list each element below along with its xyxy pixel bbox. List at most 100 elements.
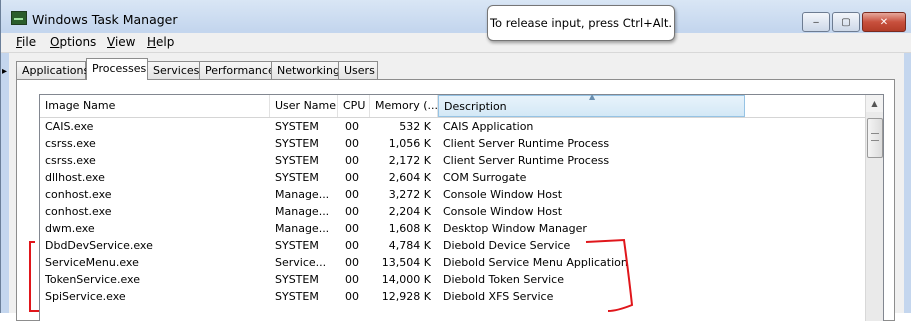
process-row[interactable]: TokenService.exe SYSTEM 00 14,000 K Diebold … xyxy=(40,271,866,288)
scroll-up-icon[interactable]: ▲ xyxy=(866,95,883,112)
description-cell: Client Server Runtime Process xyxy=(443,154,610,167)
tab-services[interactable]: Services xyxy=(147,61,200,79)
user-name-cell: Manage... xyxy=(275,205,330,218)
cpu-cell: 00 xyxy=(345,171,359,184)
memory-cell: 2,604 K xyxy=(388,171,431,184)
window-title: Windows Task Manager xyxy=(32,12,178,27)
menu-options[interactable]: Options xyxy=(50,35,96,49)
memory-cell: 1,608 K xyxy=(388,222,431,235)
process-row[interactable]: ServiceMenu.exe Service... 00 13,504 K Diebo… xyxy=(40,254,866,271)
process-row[interactable]: dwm.exe Manage... 00 1,608 K Desktop Window … xyxy=(40,220,866,237)
description-cell: Diebold Service Menu Application xyxy=(443,256,628,269)
menu-file-rest: ile xyxy=(22,35,37,49)
cpu-cell: 00 xyxy=(345,137,359,150)
processes-panel: Image Name User Name CPU Memory (... Des… xyxy=(16,79,895,321)
scroll-thumb[interactable] xyxy=(867,118,883,158)
tab-applications[interactable]: Applications xyxy=(16,61,89,79)
title-bar[interactable]: Windows Task Manager ‒ ▢ ✕ xyxy=(1,0,911,32)
process-row[interactable]: DbdDevService.exe SYSTEM 00 4,784 K Diebold … xyxy=(40,237,866,254)
user-name-cell: Manage... xyxy=(275,222,330,235)
image-name-cell: csrss.exe xyxy=(45,154,96,167)
cpu-cell: 00 xyxy=(345,205,359,218)
user-name-cell: SYSTEM xyxy=(275,171,319,184)
cpu-cell: 00 xyxy=(345,154,359,167)
description-cell: CAIS Application xyxy=(443,120,534,133)
close-button[interactable]: ✕ xyxy=(862,12,906,32)
menu-view[interactable]: View xyxy=(107,35,135,49)
memory-cell: 1,056 K xyxy=(388,137,431,150)
menu-view-rest: iew xyxy=(114,35,136,49)
image-name-cell: ServiceMenu.exe xyxy=(45,256,139,269)
tab-processes[interactable]: Processes xyxy=(86,58,148,80)
cpu-cell: 00 xyxy=(345,239,359,252)
menu-bar: File Options View Help xyxy=(1,33,911,53)
image-name-cell: dllhost.exe xyxy=(45,171,105,184)
cpu-cell: 00 xyxy=(345,222,359,235)
description-cell: Diebold Token Service xyxy=(443,273,564,286)
image-name-cell: conhost.exe xyxy=(45,188,112,201)
user-name-cell: SYSTEM xyxy=(275,120,319,133)
menu-help-accel: H xyxy=(147,35,157,49)
tab-performance[interactable]: Performance xyxy=(199,61,275,79)
list-header: Image Name User Name CPU Memory (... Des… xyxy=(40,95,866,118)
column-cpu[interactable]: CPU xyxy=(338,95,370,117)
memory-cell: 3,272 K xyxy=(388,188,431,201)
process-row[interactable]: csrss.exe SYSTEM 00 2,172 K Client Server Ru… xyxy=(40,152,866,169)
description-cell: Console Window Host xyxy=(443,188,563,201)
memory-cell: 532 K xyxy=(399,120,431,133)
minimize-icon: ‒ xyxy=(812,16,820,28)
memory-cell: 2,204 K xyxy=(388,205,431,218)
cpu-cell: 00 xyxy=(345,120,359,133)
description-cell: Client Server Runtime Process xyxy=(443,137,610,150)
process-row[interactable]: conhost.exe Manage... 00 2,204 K Console Win… xyxy=(40,203,866,220)
process-row[interactable]: conhost.exe Manage... 00 3,272 K Console Win… xyxy=(40,186,866,203)
task-manager-window: Windows Task Manager ‒ ▢ ✕ To release in… xyxy=(0,0,911,321)
maximize-button[interactable]: ▢ xyxy=(832,12,860,32)
menu-file[interactable]: File xyxy=(16,35,36,49)
image-name-cell: DbdDevService.exe xyxy=(45,239,153,252)
user-name-cell: SYSTEM xyxy=(275,154,319,167)
user-name-cell: SYSTEM xyxy=(275,239,319,252)
process-list[interactable]: Image Name User Name CPU Memory (... Des… xyxy=(39,94,884,321)
cursor-arrow-icon: ▸ xyxy=(2,66,8,77)
minimize-button[interactable]: ‒ xyxy=(802,12,830,32)
maximize-icon: ▢ xyxy=(841,16,851,28)
sort-ascending-icon: ▲ xyxy=(589,94,596,101)
column-image-name[interactable]: Image Name xyxy=(40,95,270,117)
menu-help[interactable]: Help xyxy=(147,35,174,49)
tab-users[interactable]: Users xyxy=(338,61,378,79)
image-name-cell: csrss.exe xyxy=(45,137,96,150)
menu-help-rest: elp xyxy=(156,35,175,49)
process-row[interactable]: dllhost.exe SYSTEM 00 2,604 K COM Surrogate xyxy=(40,169,866,186)
close-icon: ✕ xyxy=(879,16,889,28)
menu-view-accel: V xyxy=(107,35,115,49)
image-name-cell: dwm.exe xyxy=(45,222,95,235)
menu-options-rest: ptions xyxy=(59,35,97,49)
description-cell: Diebold XFS Service xyxy=(443,290,554,303)
process-row[interactable]: csrss.exe SYSTEM 00 1,056 K Client Server Ru… xyxy=(40,135,866,152)
process-row[interactable]: SpiService.exe SYSTEM 00 12,928 K Diebold XF… xyxy=(40,288,866,305)
column-memory[interactable]: Memory (... xyxy=(370,95,438,117)
memory-cell: 2,172 K xyxy=(388,154,431,167)
memory-cell: 4,784 K xyxy=(388,239,431,252)
cpu-cell: 00 xyxy=(345,273,359,286)
memory-cell: 12,928 K xyxy=(381,290,431,303)
memory-cell: 14,000 K xyxy=(381,273,431,286)
cpu-cell: 00 xyxy=(345,256,359,269)
description-cell: COM Surrogate xyxy=(443,171,527,184)
description-cell: Desktop Window Manager xyxy=(443,222,587,235)
tab-networking[interactable]: Networking xyxy=(271,61,340,79)
description-cell: Console Window Host xyxy=(443,205,563,218)
process-row[interactable]: CAIS.exe SYSTEM 00 532 K CAIS Application xyxy=(40,118,866,135)
user-name-cell: SYSTEM xyxy=(275,137,319,150)
vertical-scrollbar[interactable]: ▲ xyxy=(865,95,883,321)
cpu-cell: 00 xyxy=(345,188,359,201)
user-name-cell: Service... xyxy=(275,256,327,269)
cpu-cell: 00 xyxy=(345,290,359,303)
column-user-name[interactable]: User Name xyxy=(270,95,338,117)
memory-cell: 13,504 K xyxy=(381,256,431,269)
task-manager-icon xyxy=(11,11,27,25)
image-name-cell: TokenService.exe xyxy=(45,273,140,286)
image-name-cell: conhost.exe xyxy=(45,205,112,218)
user-name-cell: Manage... xyxy=(275,188,330,201)
